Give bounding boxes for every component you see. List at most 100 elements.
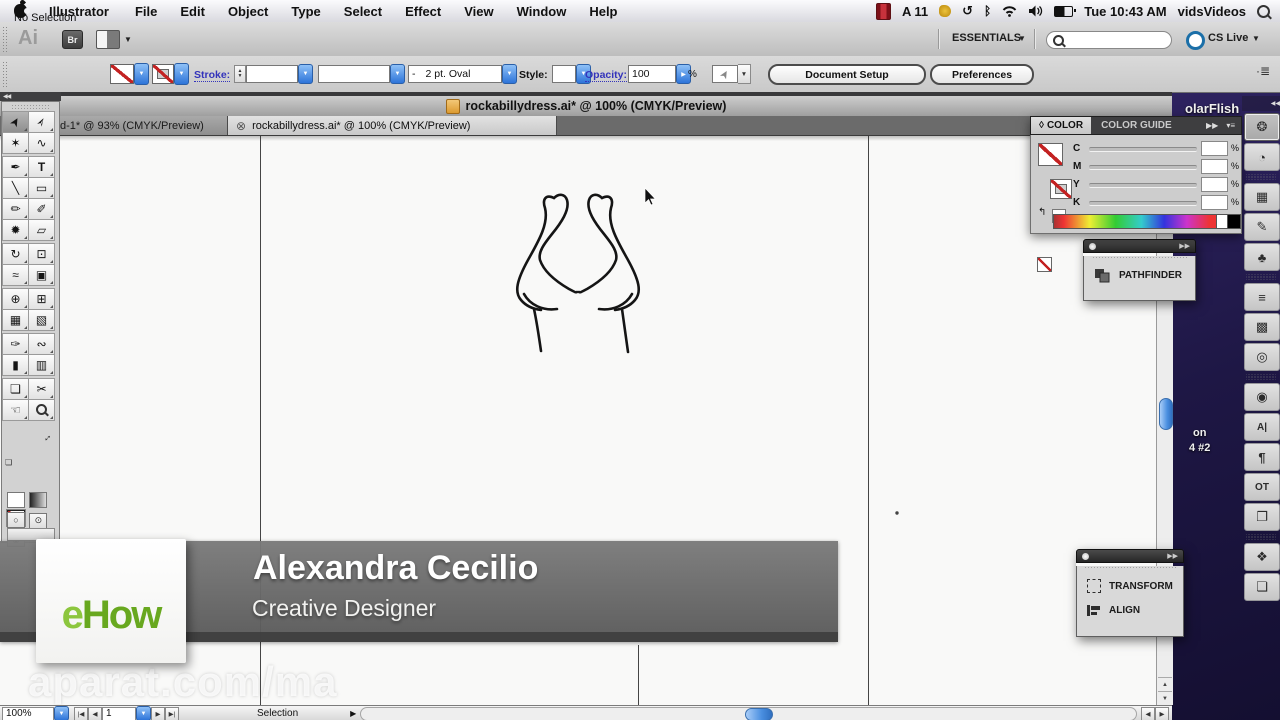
hand-tool[interactable]: ☜ bbox=[2, 399, 29, 421]
wifi-icon[interactable] bbox=[1002, 5, 1017, 17]
width-profile-dropdown-icon[interactable] bbox=[390, 64, 405, 84]
color-mode-button[interactable] bbox=[7, 492, 25, 508]
spectrum-black-swatch[interactable] bbox=[1227, 214, 1241, 229]
stroke-weight-field[interactable] bbox=[246, 65, 298, 83]
cs-live-caret[interactable]: ▼ bbox=[1252, 34, 1260, 43]
panel-close-button[interactable] bbox=[1089, 242, 1096, 250]
preferences-button[interactable]: Preferences bbox=[930, 64, 1034, 85]
battery-icon[interactable] bbox=[1054, 5, 1077, 17]
zoom-tool[interactable] bbox=[28, 399, 55, 421]
channel-slider[interactable] bbox=[1089, 147, 1197, 152]
previous-artboard-icon[interactable]: ◀ bbox=[88, 706, 102, 720]
line-segment-tool[interactable]: ╲ bbox=[2, 177, 29, 199]
document-tab-active[interactable]: ⊗ rockabillydress.ai* @ 100% (CMYK/Previ… bbox=[228, 116, 557, 135]
panel-expand-icon[interactable]: ▶▶ bbox=[1179, 242, 1190, 250]
opacity-control[interactable]: 100 bbox=[628, 64, 691, 84]
panel-cycle-icon[interactable]: ◊ bbox=[1039, 120, 1044, 131]
opacity-field[interactable]: 100 bbox=[628, 65, 676, 83]
stroke-stepper-icon[interactable]: ▲ ▼ bbox=[234, 65, 246, 83]
panel-expand-icon[interactable]: ▶▶ bbox=[1206, 121, 1218, 130]
type-tool[interactable]: T bbox=[28, 156, 55, 178]
scroll-right-icon[interactable]: ▶ bbox=[1155, 706, 1169, 720]
menu-clock[interactable]: Tue 10:43 AM bbox=[1084, 4, 1166, 19]
menu-item-object[interactable]: Object bbox=[228, 4, 268, 19]
swap-fill-stroke-icon[interactable]: ↔ bbox=[40, 430, 55, 445]
menu-item-help[interactable]: Help bbox=[589, 4, 617, 19]
stroke-dropdown-icon[interactable] bbox=[174, 63, 189, 85]
tools-panel-grip[interactable] bbox=[10, 104, 51, 109]
transform-titlebar[interactable]: ▶▶ bbox=[1076, 549, 1184, 563]
symbols-panel-icon[interactable]: ♣ bbox=[1244, 243, 1280, 271]
volume-icon[interactable] bbox=[1028, 5, 1043, 17]
channel-value-field[interactable] bbox=[1201, 159, 1228, 174]
stroke-color-control[interactable] bbox=[152, 63, 189, 85]
gradient-tool[interactable]: ▧ bbox=[28, 309, 55, 331]
pencil-tool[interactable]: ✐ bbox=[28, 198, 55, 220]
vertical-scrollbar-thumb[interactable] bbox=[1158, 398, 1173, 430]
pathfinder-label[interactable]: PATHFINDER bbox=[1119, 270, 1182, 281]
document-title-bar[interactable]: rockabillydress.ai* @ 100% (CMYK/Preview… bbox=[0, 96, 1172, 117]
document-tab-inactive[interactable]: d-1* @ 93% (CMYK/Preview) bbox=[58, 116, 228, 135]
channel-value-field[interactable] bbox=[1201, 141, 1228, 156]
horizontal-scrollbar[interactable] bbox=[360, 706, 1137, 720]
horizontal-scrollbar-thumb[interactable] bbox=[745, 707, 774, 720]
tab-close-icon[interactable]: ⊗ bbox=[236, 119, 246, 133]
rectangle-tool[interactable]: ▭ bbox=[28, 177, 55, 199]
tab-color[interactable]: ◊ COLOR bbox=[1031, 117, 1092, 134]
blob-brush-tool[interactable]: ✹ bbox=[2, 219, 29, 241]
arrange-documents-icon[interactable] bbox=[96, 30, 120, 49]
film-status-icon[interactable] bbox=[875, 2, 891, 20]
opacity-label[interactable]: Opacity: bbox=[585, 69, 628, 82]
menu-item-select[interactable]: Select bbox=[344, 4, 382, 19]
gradient-panel-icon[interactable]: ▩ bbox=[1244, 313, 1280, 341]
stroke-panel-icon[interactable]: ≡ bbox=[1244, 283, 1280, 311]
menu-item-view[interactable]: View bbox=[464, 4, 493, 19]
pen-tool[interactable]: ✒ bbox=[2, 156, 29, 178]
brush-dropdown-icon[interactable] bbox=[502, 64, 517, 84]
align-label[interactable]: ALIGN bbox=[1109, 605, 1140, 616]
status-popup-icon[interactable]: ▶ bbox=[350, 709, 356, 718]
app-switcher-icon[interactable]: A bbox=[902, 4, 911, 19]
controlbar-menu-icon[interactable]: ·≣ bbox=[1256, 64, 1270, 78]
shape-builder-tool[interactable]: ⊕ bbox=[2, 288, 29, 310]
workspace-caret[interactable]: ▼ bbox=[1018, 34, 1026, 43]
appearance-panel-icon[interactable]: ◉ bbox=[1244, 383, 1280, 411]
artboards-panel-icon[interactable]: ❏ bbox=[1244, 573, 1280, 601]
paintbrush-tool[interactable]: ✏ bbox=[2, 198, 29, 220]
lasso-tool[interactable]: ∿ bbox=[28, 132, 55, 154]
variable-width-control[interactable] bbox=[318, 64, 405, 84]
eyedropper-tool[interactable]: ✑ bbox=[2, 333, 29, 355]
dock-collapse[interactable]: ◀◀ bbox=[1242, 96, 1280, 111]
zoom-dropdown-icon[interactable] bbox=[54, 706, 69, 720]
channel-value-field[interactable] bbox=[1201, 195, 1228, 210]
brush-definition-control[interactable]: - 2 pt. Oval bbox=[408, 64, 517, 84]
channel-value-field[interactable] bbox=[1201, 177, 1228, 192]
menu-item-file[interactable]: File bbox=[135, 4, 157, 19]
selection-tool[interactable]: ➤ bbox=[2, 111, 29, 133]
fill-dropdown-icon[interactable] bbox=[134, 63, 149, 85]
fill-color-control[interactable] bbox=[110, 63, 149, 85]
brushes-panel-icon[interactable]: ✎ bbox=[1244, 213, 1280, 241]
zoom-level-field[interactable]: 100% bbox=[2, 706, 54, 720]
color-panel-icon[interactable]: ❂ bbox=[1244, 113, 1280, 141]
artboard-tool[interactable]: ❏ bbox=[2, 378, 29, 400]
artboard-number-field[interactable]: 1 bbox=[102, 706, 136, 720]
panel-menu-icon[interactable]: ▾≡ bbox=[1226, 121, 1235, 130]
select-similar-caret[interactable]: ▼ bbox=[738, 64, 751, 84]
tab-color-guide[interactable]: COLOR GUIDE bbox=[1091, 120, 1182, 131]
rotate-tool[interactable]: ↻ bbox=[2, 243, 29, 265]
blend-tool[interactable]: ∾ bbox=[28, 333, 55, 355]
channel-slider[interactable] bbox=[1089, 201, 1197, 206]
first-artboard-icon[interactable]: |◀ bbox=[74, 706, 88, 720]
panel-close-button[interactable] bbox=[1082, 552, 1089, 560]
width-tool[interactable]: ≈ bbox=[2, 264, 29, 286]
channel-slider[interactable] bbox=[1089, 183, 1197, 188]
menu-user[interactable]: vidsVideos bbox=[1178, 4, 1246, 19]
mesh-tool[interactable]: ▦ bbox=[2, 309, 29, 331]
character-panel-icon[interactable]: A| bbox=[1244, 413, 1280, 441]
search-input[interactable] bbox=[1046, 31, 1172, 49]
transparency-panel-icon[interactable]: ◎ bbox=[1244, 343, 1280, 371]
graphic-styles-panel-icon[interactable]: ❐ bbox=[1244, 503, 1280, 531]
gradient-mode-button[interactable] bbox=[29, 492, 48, 508]
transform-label[interactable]: TRANSFORM bbox=[1109, 581, 1173, 592]
